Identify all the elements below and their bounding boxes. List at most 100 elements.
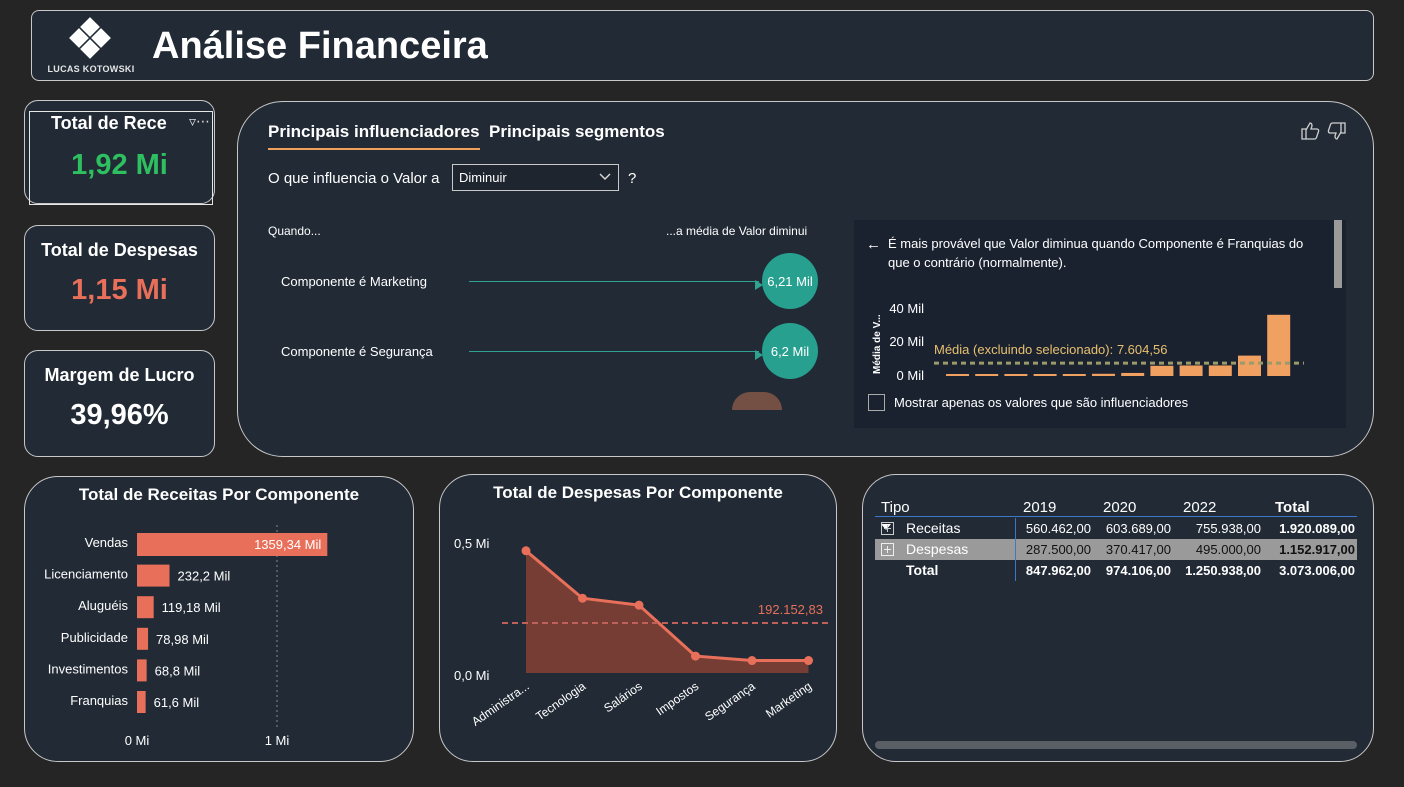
header-bar: LUCAS KOTOWSKI Análise Financeira (31, 10, 1374, 81)
expand-icon[interactable] (881, 539, 894, 560)
table-cell: 1.152.917,00 (1279, 542, 1355, 557)
question-label: O que influencia o Valor a (268, 170, 440, 187)
feedback-buttons (1299, 120, 1347, 147)
row-label: Receitas (906, 520, 961, 536)
y-tick-label: 40 Mil (889, 301, 924, 316)
bar[interactable] (137, 691, 146, 713)
bar[interactable] (975, 374, 999, 376)
influencers-only-checkbox[interactable] (868, 394, 885, 411)
row-label: Total (906, 562, 939, 578)
bar[interactable] (1092, 373, 1115, 376)
thumbs-up-icon[interactable] (1301, 122, 1320, 140)
table-cell: 495.000,00 (1195, 542, 1261, 557)
table-cell: 3.073.006,00 (1279, 563, 1355, 578)
influencer-bubble[interactable]: 6,2 Mil (762, 323, 818, 379)
influencer-detail-pane: ← É mais provável que Valor diminua quan… (854, 220, 1346, 428)
data-point[interactable] (691, 651, 700, 661)
x-tick-label: Segurança (702, 679, 758, 724)
data-label: 78,98 Mil (156, 632, 209, 647)
detail-explanation: É mais provável que Valor diminua quando… (888, 236, 1304, 270)
x-tick-label: 1 Mi (265, 733, 290, 748)
data-point[interactable] (521, 546, 531, 556)
data-point[interactable] (578, 593, 587, 603)
table-total-row: Total 847.962,00 974.106,00 1.250.938,00… (875, 560, 1357, 581)
dropdown-value: Diminuir (459, 170, 507, 185)
column-header[interactable]: Tipo (881, 497, 910, 518)
influencer-label[interactable]: Componente é Marketing (281, 274, 427, 289)
influencer-label[interactable]: Componente é Segurança (281, 344, 433, 359)
matrix-table-panel: Tipo 2019 2020 2022 Total Receitas 560.4… (862, 474, 1374, 762)
y-axis-label: Média de V... (872, 314, 883, 374)
bar[interactable] (1033, 374, 1057, 376)
bar[interactable] (1150, 365, 1174, 376)
horizontal-scrollbar[interactable] (875, 741, 1357, 749)
table-row-selected[interactable]: Despesas 287.500,00 370.417,00 495.000,0… (875, 539, 1357, 560)
bar[interactable] (1004, 374, 1028, 376)
data-point[interactable] (747, 656, 757, 666)
data-label: 119,18 Mil (162, 600, 221, 615)
thumbs-down-icon[interactable] (1327, 122, 1346, 140)
data-point[interactable] (804, 656, 813, 666)
bar[interactable] (1267, 314, 1291, 376)
kpi-card-receitas[interactable]: Total de Rece ▿⋯ 1,92 Mi (24, 100, 215, 205)
column-header[interactable]: 2022 (1183, 497, 1216, 518)
influencer-bubble-partial (732, 392, 782, 410)
x-tick-label: 0 Mi (125, 733, 150, 748)
column-header[interactable]: 2019 (1023, 497, 1056, 518)
bar[interactable] (1062, 374, 1086, 376)
influencer-arrow-line (469, 351, 759, 352)
data-point[interactable] (634, 600, 644, 610)
question-mark: ? (628, 170, 637, 187)
vertical-scrollbar[interactable] (1334, 220, 1342, 288)
back-arrow-icon[interactable]: ← (866, 236, 881, 253)
receitas-bar-chart-panel: Total de Receitas Por Componente 0 Mi 1 … (24, 476, 414, 762)
influencer-bubble[interactable]: 6,21 Mil (762, 253, 818, 309)
bar[interactable] (137, 596, 154, 619)
bar[interactable] (137, 564, 170, 587)
when-column-label: Quando... (268, 224, 321, 238)
bar[interactable] (946, 374, 969, 376)
expand-icon[interactable] (881, 518, 894, 539)
table-cell: 847.962,00 (1015, 560, 1095, 581)
bar[interactable] (137, 659, 147, 682)
kpi-card-margem[interactable]: Margem de Lucro 39,96% (24, 350, 215, 457)
direction-dropdown[interactable]: Diminuir (452, 164, 619, 191)
table-cell: 1.250.938,00 (1185, 563, 1261, 578)
kpi-value: 1,92 Mi (71, 149, 168, 181)
page-title: Análise Financeira (152, 25, 488, 67)
y-tick-label: 20 Mil (889, 334, 924, 349)
y-tick-label: 0,5 Mi (454, 536, 490, 551)
kpi-card-despesas[interactable]: Total de Despesas 1,15 Mi (24, 225, 215, 331)
kpi-label: Total de Despesas (41, 240, 198, 260)
table-cell: 974.106,00 (1105, 563, 1171, 578)
x-tick-label: Tecnologia (533, 679, 588, 724)
receitas-bar-chart: 0 Mi 1 Mi Vendas 1359,34 Mil Licenciamento… (44, 525, 328, 748)
table-cell: 287.500,00 (1015, 539, 1095, 560)
data-label: 61,6 Mil (154, 695, 200, 710)
more-options-icon[interactable]: ⋯ (196, 113, 210, 129)
logo-text: LUCAS KOTOWSKI (47, 64, 135, 74)
table-cell: 560.462,00 (1015, 518, 1095, 539)
bar[interactable] (1208, 365, 1232, 376)
x-tick-label: Administra... (469, 679, 532, 729)
x-tick-label: Impostos (653, 679, 701, 718)
bar[interactable] (1179, 365, 1203, 376)
bar[interactable] (1238, 355, 1261, 376)
tab-principais-influenciadores[interactable]: Principais influenciadores (268, 122, 480, 150)
chevron-down-icon (598, 168, 612, 189)
table-row[interactable]: Receitas 560.462,00 603.689,00 755.938,0… (875, 518, 1357, 539)
filter-icon[interactable]: ▿ (189, 113, 196, 129)
category-label: Investimentos (48, 661, 129, 676)
visual-header-icons[interactable]: ▿⋯ (189, 113, 210, 130)
column-header[interactable]: Total (1275, 497, 1310, 518)
bar[interactable] (137, 627, 149, 650)
category-label: Franquias (70, 693, 128, 708)
average-label: Média (excluindo selecionado): 7.604,56 (934, 342, 1167, 357)
tab-principais-segmentos[interactable]: Principais segmentos (489, 122, 665, 142)
despesas-area-chart: 0,5 Mi 0,0 Mi Administra... Tecnologia Sal… (454, 536, 830, 729)
column-header[interactable]: 2020 (1103, 497, 1136, 518)
mean-column-label: ...a média de Valor diminui (666, 224, 808, 238)
category-label: Publicidade (61, 630, 128, 645)
bar[interactable] (1121, 372, 1145, 376)
kpi-value: 1,15 Mi (71, 274, 168, 306)
